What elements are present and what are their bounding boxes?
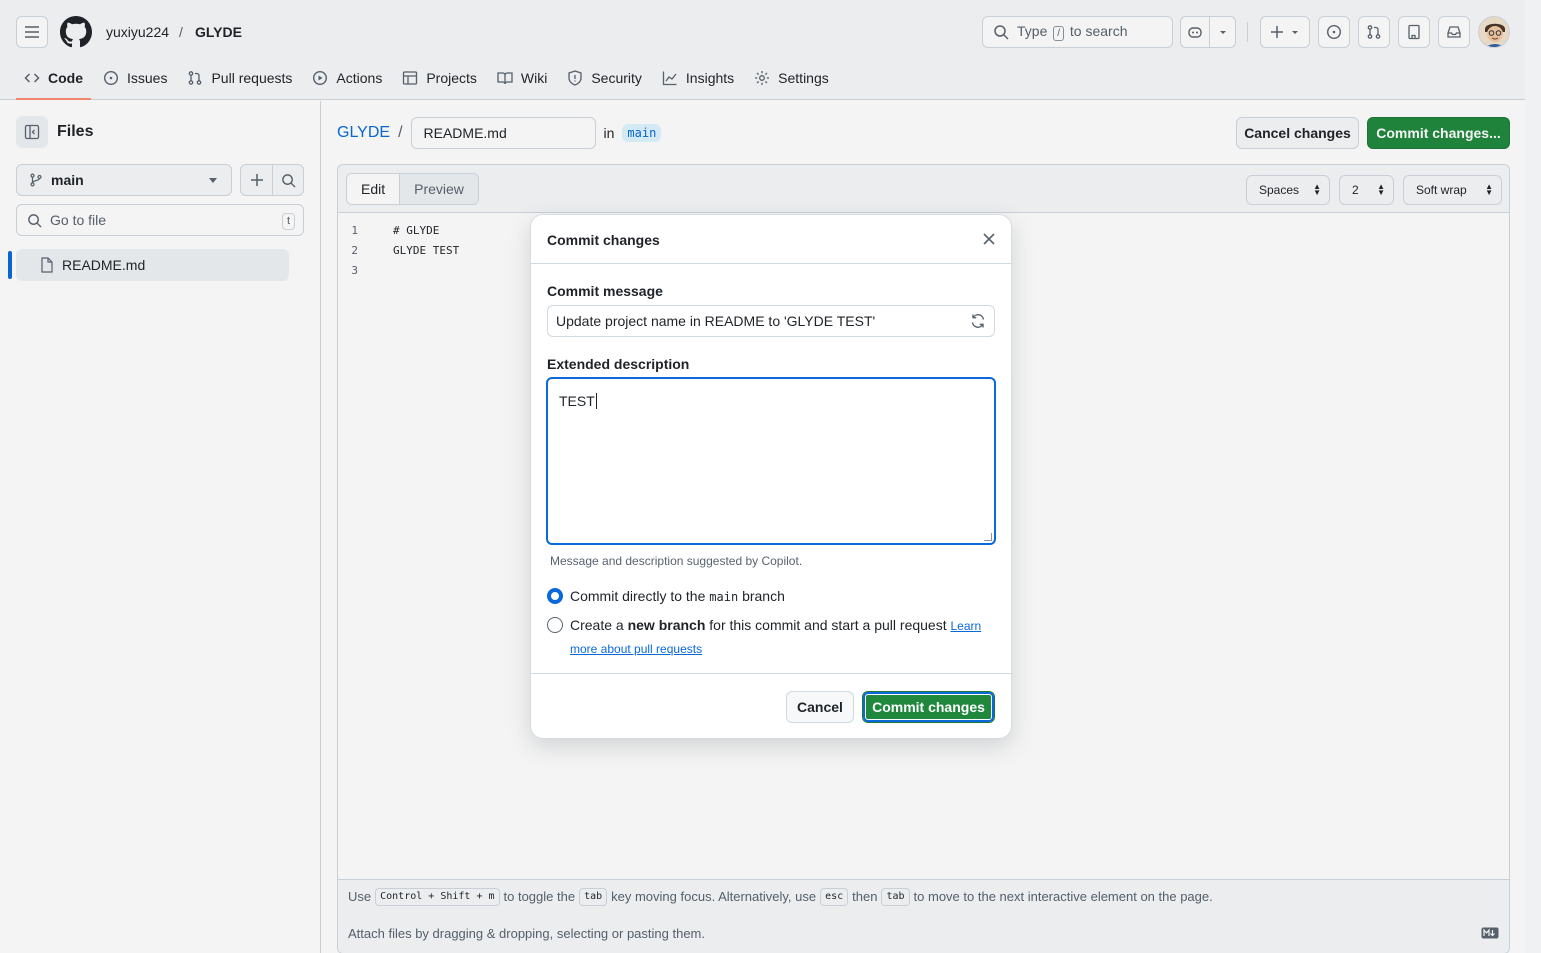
dialog-header: Commit changes [531, 215, 1011, 264]
option-text: branch [742, 588, 785, 604]
extended-description-value: TEST [559, 393, 595, 409]
extended-description-textarea[interactable]: TEST [546, 377, 996, 545]
commit-dialog: Commit changes Commit message Update pro… [531, 215, 1011, 738]
option-branch: main [709, 590, 739, 604]
new-branch-label[interactable]: Create a new branch for this commit and … [570, 614, 990, 660]
commit-message-value: Update project name in README to 'GLYDE … [556, 313, 876, 329]
close-icon [983, 233, 995, 245]
text-cursor [595, 393, 597, 409]
confirm-commit-button[interactable]: Commit changes [862, 691, 995, 723]
extended-description-label: Extended description [547, 356, 690, 372]
commit-direct-radio[interactable] [547, 588, 563, 604]
new-branch-radio[interactable] [547, 617, 563, 633]
resize-handle[interactable] [984, 533, 992, 541]
page-scrollbar[interactable] [1525, 0, 1541, 953]
option-bold: new branch [627, 617, 706, 633]
cancel-button[interactable]: Cancel [786, 691, 854, 723]
commit-direct-label[interactable]: Commit directly to the main branch [570, 585, 785, 608]
close-button[interactable] [979, 229, 999, 249]
copilot-hint: Message and description suggested by Cop… [550, 554, 803, 568]
sync-icon[interactable] [970, 313, 986, 329]
option-text: Create a [570, 617, 624, 633]
option-text: for this commit and start a pull request [709, 617, 947, 633]
dialog-footer-divider [531, 673, 1011, 674]
commit-message-input[interactable]: Update project name in README to 'GLYDE … [547, 305, 995, 337]
commit-message-label: Commit message [547, 283, 663, 299]
option-text: Commit directly to the [570, 588, 706, 604]
dialog-title: Commit changes [547, 232, 660, 248]
